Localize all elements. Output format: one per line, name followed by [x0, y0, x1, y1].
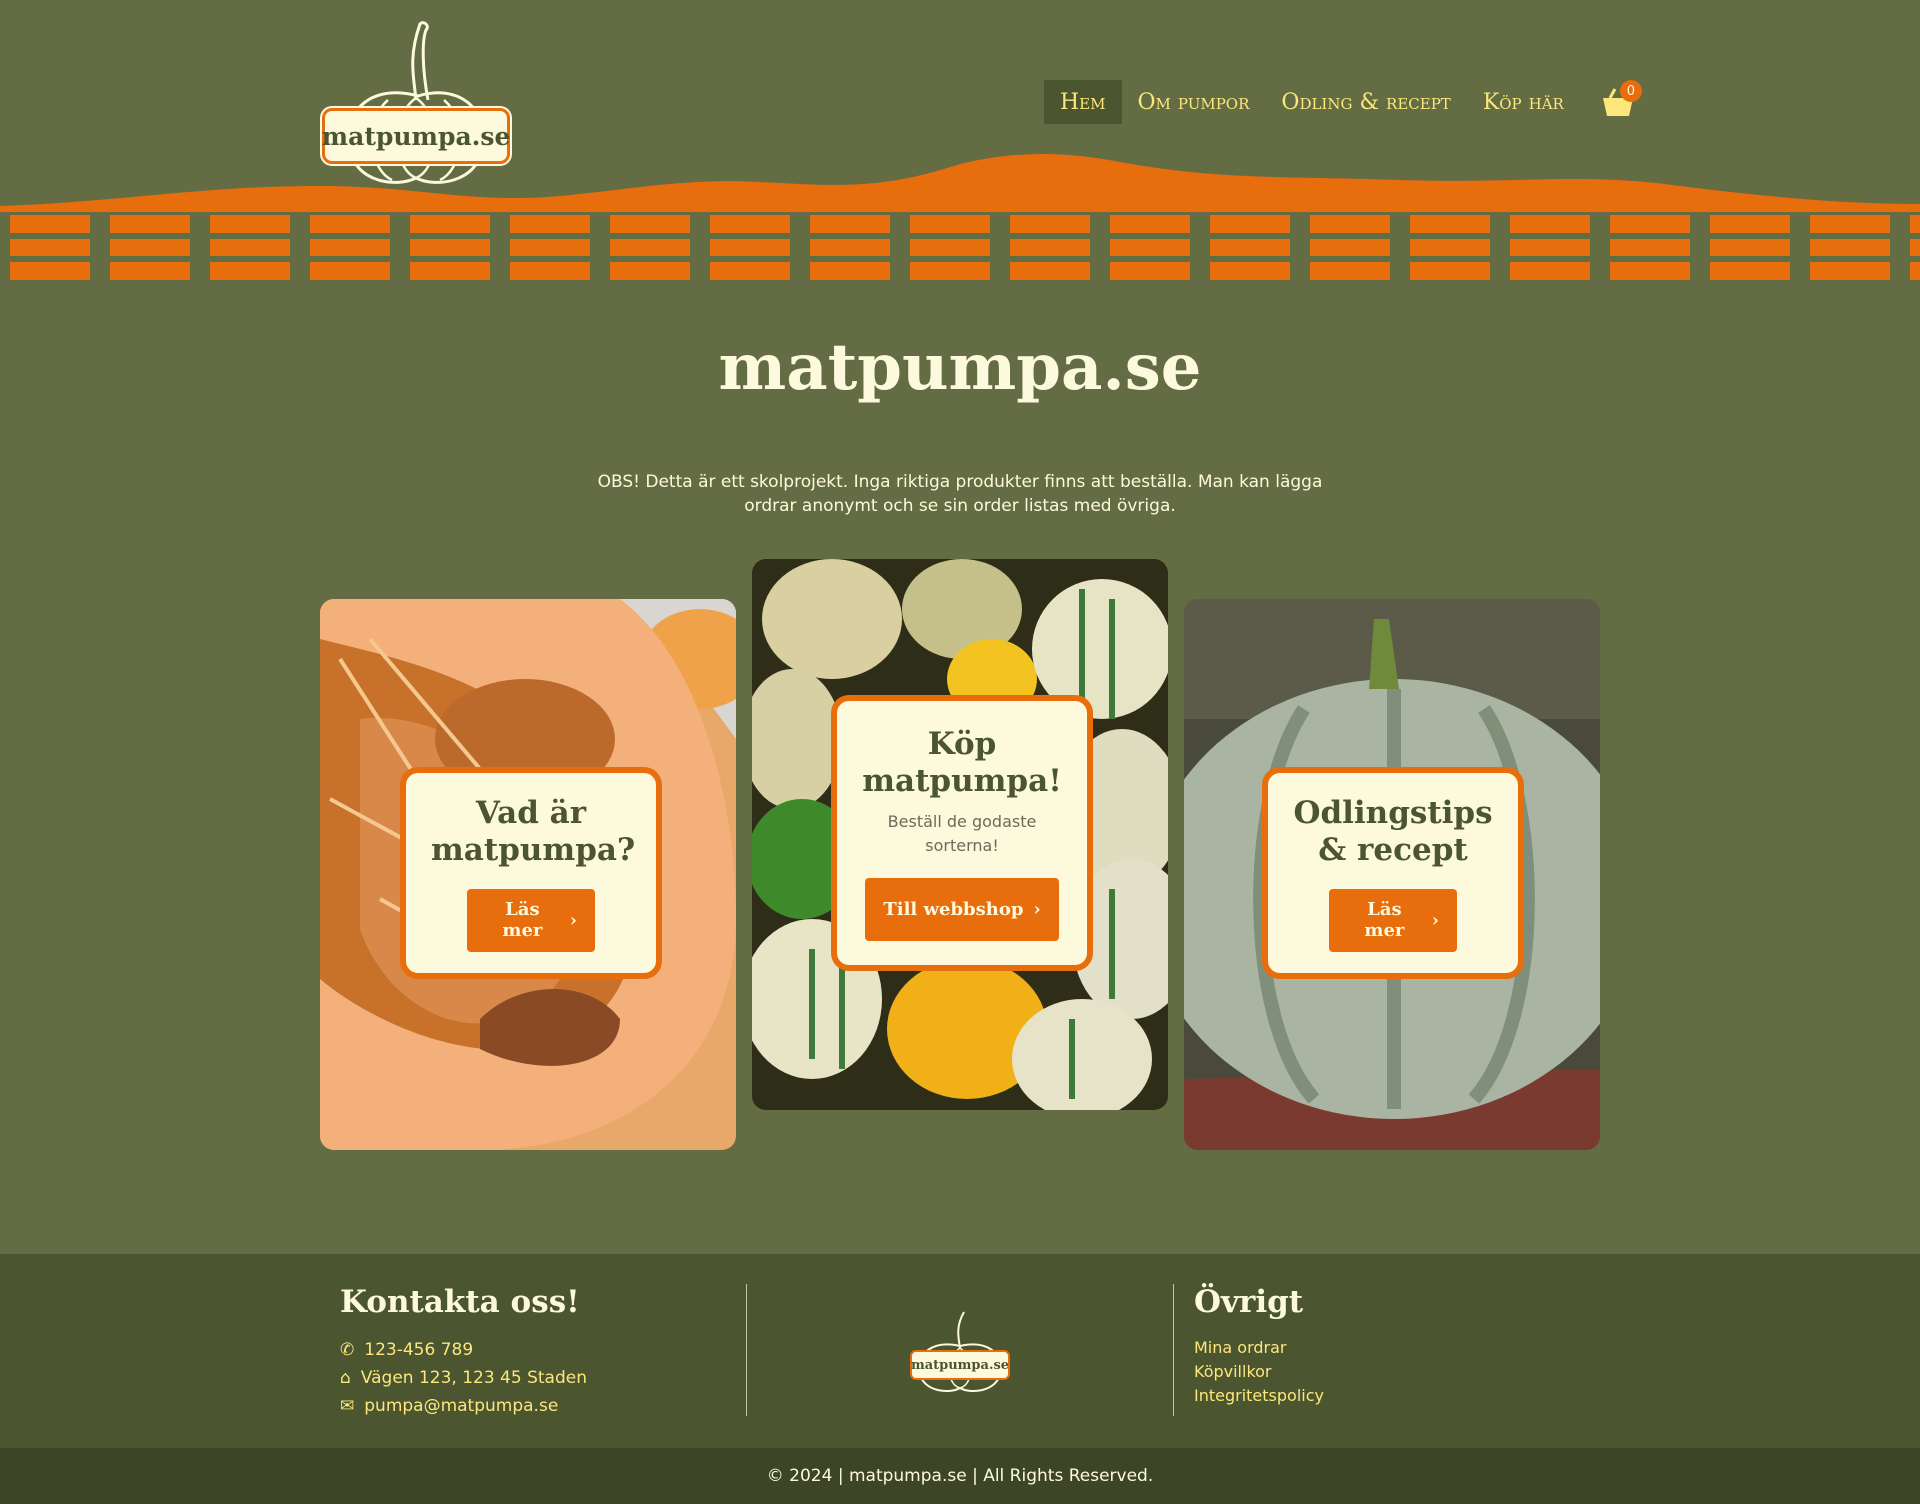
button-label: Till webbshop	[883, 898, 1024, 920]
card-title: Vad är matpumpa?	[431, 794, 636, 868]
nav-item-kop-har[interactable]: Köp här	[1467, 80, 1580, 124]
contact-email[interactable]: ✉ pumpa@matpumpa.se	[340, 1392, 587, 1420]
card-info-box: Köp matpumpa! Beställ de godaste sortern…	[831, 695, 1093, 971]
chevron-right-icon: ›	[1431, 909, 1439, 931]
footer-logo-text: matpumpa.se	[910, 1350, 1010, 1380]
link-my-orders[interactable]: Mina ordrar	[1194, 1336, 1324, 1360]
copyright-bar: © 2024 | matpumpa.se | All Rights Reserv…	[0, 1448, 1920, 1504]
nav-item-om-pumpor[interactable]: Om pumpor	[1122, 80, 1266, 124]
main-nav: Hem Om pumpor Odling & recept Köp här 0	[1044, 80, 1642, 124]
contact-address: ⌂ Vägen 123, 123 45 Staden	[340, 1364, 587, 1392]
card-title: Odlingstips & recept	[1293, 794, 1493, 868]
email-text: pumpa@matpumpa.se	[364, 1396, 559, 1416]
card-what-is-pumpkin: Vad är matpumpa? Läs mer ›	[320, 599, 736, 1150]
footer-divider	[746, 1284, 747, 1416]
chevron-right-icon: ›	[569, 909, 577, 931]
orange-wave-decoration	[0, 153, 1920, 212]
phone-icon: ✆	[340, 1340, 355, 1360]
cart-count-badge: 0	[1619, 80, 1642, 102]
button-label: Läs mer	[502, 899, 543, 941]
button-label: Läs mer	[1364, 899, 1405, 941]
link-terms[interactable]: Köpvillkor	[1194, 1360, 1324, 1384]
contact-section: Kontakta oss! ✆ 123-456 789 ⌂ Vägen 123,…	[340, 1284, 587, 1420]
mail-icon: ✉	[340, 1396, 355, 1416]
cart-button[interactable]: 0	[1594, 80, 1642, 124]
phone-text: 123-456 789	[364, 1340, 474, 1360]
school-project-notice: OBS! Detta är ett skolprojekt. Inga rikt…	[597, 472, 1323, 516]
link-privacy-policy[interactable]: Integritetspolicy	[1194, 1384, 1324, 1408]
card-growing-tips: Odlingstips & recept Läs mer ›	[1184, 599, 1600, 1150]
contact-heading: Kontakta oss!	[340, 1284, 580, 1320]
read-more-button[interactable]: Läs mer ›	[1329, 888, 1457, 952]
nav-item-odling-recept[interactable]: Odling & recept	[1265, 80, 1466, 124]
nav-item-hem[interactable]: Hem	[1044, 80, 1122, 124]
contact-phone[interactable]: ✆ 123-456 789	[340, 1336, 587, 1364]
other-section: Övrigt Mina ordrar Köpvillkor Integritet…	[1194, 1284, 1324, 1408]
footer-divider	[1173, 1284, 1174, 1416]
site-footer: Kontakta oss! ✆ 123-456 789 ⌂ Vägen 123,…	[0, 1254, 1920, 1448]
card-info-box: Odlingstips & recept Läs mer ›	[1262, 767, 1524, 979]
footer-logo[interactable]: matpumpa.se	[910, 1308, 1010, 1396]
card-subtitle: Beställ de godaste sorterna!	[887, 811, 1037, 855]
chevron-right-icon: ›	[1033, 898, 1041, 920]
card-buy-pumpkin: Köp matpumpa! Beställ de godaste sortern…	[752, 559, 1168, 1110]
map-icon: ⌂	[340, 1368, 351, 1388]
other-heading: Övrigt	[1194, 1284, 1304, 1320]
read-more-button[interactable]: Läs mer ›	[467, 888, 595, 952]
shop-button[interactable]: Till webbshop ›	[865, 877, 1059, 941]
orange-brick-border	[0, 215, 1920, 283]
site-header: matpumpa.se Hem Om pumpor Odling & recep…	[0, 0, 1920, 290]
address-text: Vägen 123, 123 45 Staden	[360, 1368, 587, 1388]
card-info-box: Vad är matpumpa? Läs mer ›	[400, 767, 662, 979]
card-title: Köp matpumpa!	[862, 725, 1062, 799]
page-title: matpumpa.se	[718, 330, 1202, 405]
